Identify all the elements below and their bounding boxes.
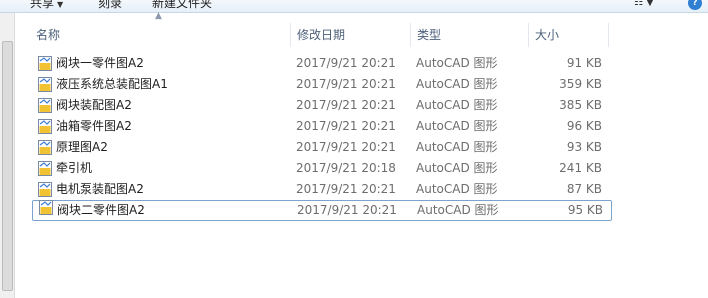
file-date: 2017/9/21 20:18	[296, 161, 396, 175]
file-date: 2017/9/21 20:21	[296, 140, 396, 154]
file-type: AutoCAD 图形	[416, 119, 498, 133]
column-name-label: 名称	[36, 28, 61, 42]
file-row[interactable]: 原理图A2 2017/9/21 20:21 AutoCAD 图形 93 KB	[32, 137, 612, 158]
burn-button[interactable]: 刻录	[98, 0, 122, 11]
file-type: AutoCAD 图形	[416, 56, 498, 70]
file-size: 359 KB	[559, 77, 602, 91]
file-size: 385 KB	[559, 98, 602, 112]
file-type: AutoCAD 图形	[416, 140, 498, 154]
file-row[interactable]: 电机泵装配图A2 2017/9/21 20:21 AutoCAD 图形 87 K…	[32, 179, 612, 200]
file-date: 2017/9/21 20:21	[296, 182, 396, 196]
dwg-file-icon	[38, 140, 52, 155]
file-name: 牵引机	[56, 161, 93, 175]
sort-ascending-icon: ▲	[155, 11, 162, 21]
file-name: 阀块二零件图A2	[57, 203, 145, 217]
column-header-bar: ▲ 名称 修改日期 类型 大小	[15, 11, 708, 53]
dwg-file-icon	[38, 119, 52, 134]
share-label: 共享	[30, 0, 55, 10]
column-header-date[interactable]: 修改日期	[291, 23, 411, 47]
dwg-file-icon	[38, 182, 52, 197]
file-size: 93 KB	[566, 140, 602, 154]
file-name: 原理图A2	[56, 140, 108, 154]
file-size: 87 KB	[566, 182, 602, 196]
new-folder-button[interactable]: 新建文件夹	[152, 0, 212, 11]
file-type: AutoCAD 图形	[416, 182, 498, 196]
file-list: 阀块一零件图A2 2017/9/21 20:21 AutoCAD 图形 91 K…	[32, 53, 612, 221]
file-row[interactable]: 液压系统总装配图A1 2017/9/21 20:21 AutoCAD 图形 35…	[32, 74, 612, 95]
dwg-file-icon	[38, 98, 52, 113]
file-size: 96 KB	[566, 119, 602, 133]
new-folder-label: 新建文件夹	[152, 0, 213, 10]
column-header-type[interactable]: 类型	[411, 23, 529, 47]
dwg-file-icon	[38, 77, 52, 92]
file-type: AutoCAD 图形	[417, 203, 499, 217]
file-type: AutoCAD 图形	[416, 77, 498, 91]
file-type: AutoCAD 图形	[416, 98, 498, 112]
file-name: 电机泵装配图A2	[56, 182, 144, 196]
file-date: 2017/9/21 20:21	[297, 203, 397, 217]
navigation-pane-scrollbar[interactable]	[0, 13, 15, 298]
file-row[interactable]: 阀块一零件图A2 2017/9/21 20:21 AutoCAD 图形 91 K…	[32, 53, 612, 74]
file-name: 油箱零件图A2	[56, 119, 132, 133]
burn-label: 刻录	[98, 0, 123, 10]
file-name: 液压系统总装配图A1	[56, 77, 168, 91]
file-row[interactable]: 阀块装配图A2 2017/9/21 20:21 AutoCAD 图形 385 K…	[32, 95, 612, 116]
file-size: 95 KB	[567, 203, 603, 217]
file-size: 91 KB	[566, 56, 602, 70]
file-date: 2017/9/21 20:21	[296, 56, 396, 70]
column-date-label: 修改日期	[297, 28, 346, 42]
scrollbar-thumb[interactable]	[2, 41, 13, 291]
dwg-file-icon	[39, 200, 53, 215]
file-type: AutoCAD 图形	[416, 161, 498, 175]
file-row[interactable]: 牵引机 2017/9/21 20:18 AutoCAD 图形 241 KB	[32, 158, 612, 179]
help-icon[interactable]: ?	[688, 0, 702, 10]
column-type-label: 类型	[417, 28, 442, 42]
file-row-focused[interactable]: 阀块二零件图A2 2017/9/21 20:21 AutoCAD 图形 95 K…	[32, 200, 612, 221]
dwg-file-icon	[38, 161, 52, 176]
chevron-down-icon: ▼	[57, 0, 64, 9]
file-name: 阀块一零件图A2	[56, 56, 144, 70]
file-date: 2017/9/21 20:21	[296, 77, 396, 91]
share-menu[interactable]: 共享 ▼	[30, 0, 63, 11]
command-bar: 共享 ▼ 刻录 新建文件夹 ☷ ▼ ?	[0, 0, 708, 13]
file-date: 2017/9/21 20:21	[296, 98, 396, 112]
file-row[interactable]: 油箱零件图A2 2017/9/21 20:21 AutoCAD 图形 96 KB	[32, 116, 612, 137]
dwg-file-icon	[38, 56, 52, 71]
column-size-label: 大小	[535, 28, 560, 42]
column-header-name[interactable]: 名称	[30, 23, 291, 47]
file-size: 241 KB	[559, 161, 602, 175]
column-header-size[interactable]: 大小	[529, 23, 609, 47]
file-name: 阀块装配图A2	[56, 98, 132, 112]
file-date: 2017/9/21 20:21	[296, 119, 396, 133]
view-options-icon[interactable]: ☷ ▼	[634, 0, 664, 10]
